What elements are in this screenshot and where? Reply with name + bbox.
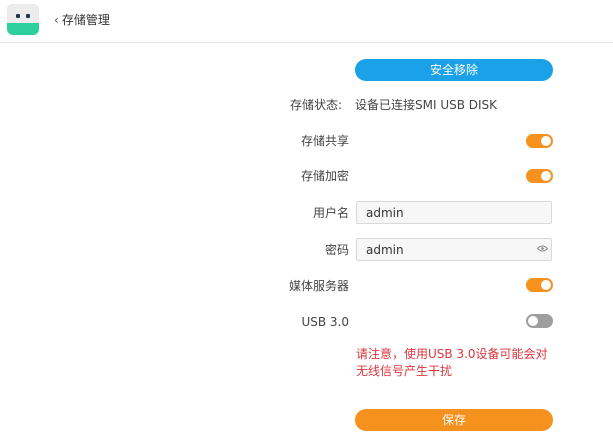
media-server-toggle[interactable] [526, 278, 553, 292]
password-input[interactable] [356, 238, 552, 261]
storage-status-value: 设备已连接SMI USB DISK [355, 98, 498, 112]
storage-share-toggle[interactable] [526, 134, 553, 148]
storage-status-label: 存储状态: [289, 98, 342, 112]
back-button[interactable]: ‹ 存储管理 [54, 11, 110, 29]
chevron-left-icon: ‹ [54, 13, 59, 27]
usb3-warning-text: 请注意，使用USB 3.0设备可能会对无线信号产生干扰 [356, 347, 548, 378]
storage-share-label: 存储共享 [300, 134, 349, 148]
username-input[interactable] [356, 201, 552, 224]
app-logo [7, 4, 39, 35]
storage-encrypt-toggle[interactable] [526, 169, 553, 183]
usb3-label: USB 3.0 [301, 315, 349, 329]
storage-encrypt-label: 存储加密 [300, 169, 349, 183]
header: ‹ 存储管理 [0, 0, 613, 43]
media-server-label: 媒体服务器 [288, 279, 349, 293]
save-button[interactable]: 保存 [355, 409, 553, 431]
eye-icon[interactable] [537, 245, 548, 252]
password-label: 密码 [324, 243, 349, 257]
username-label: 用户名 [312, 206, 349, 220]
usb3-toggle[interactable] [526, 314, 553, 328]
safe-remove-button[interactable]: 安全移除 [355, 59, 553, 81]
page-title: 存储管理 [61, 13, 110, 27]
